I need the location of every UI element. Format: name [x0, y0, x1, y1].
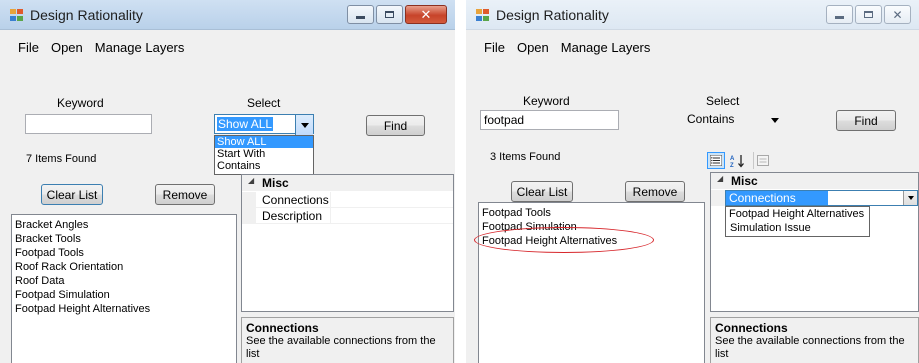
select-label: Select: [247, 96, 281, 110]
window-title: Design Rationality: [496, 7, 609, 23]
menu-open[interactable]: Open: [517, 40, 549, 55]
keyword-input[interactable]: [25, 114, 152, 134]
expand-arrow-icon[interactable]: ◢: [717, 174, 723, 183]
menu-file[interactable]: File: [484, 40, 505, 55]
dropdown-option-start-with[interactable]: Start With: [215, 148, 313, 160]
description-panel: Connections See the available connection…: [710, 317, 919, 363]
property-row-connections[interactable]: Connections: [711, 190, 918, 206]
remove-button[interactable]: Remove: [625, 181, 685, 202]
remove-button[interactable]: Remove: [155, 184, 215, 205]
title-bar[interactable]: Design Rationality ✕: [466, 0, 919, 30]
minimize-button[interactable]: [347, 5, 374, 24]
close-button[interactable]: ✕: [884, 5, 911, 24]
connection-option[interactable]: Simulation Issue: [726, 221, 869, 235]
maximize-icon: [856, 6, 881, 23]
dropdown-arrow-icon[interactable]: [295, 115, 313, 135]
maximize-button[interactable]: [376, 5, 403, 24]
connections-combo[interactable]: Connections: [725, 190, 918, 206]
clear-list-button[interactable]: Clear List: [511, 181, 573, 202]
keyword-label: Keyword: [523, 94, 570, 108]
property-name: Description: [262, 209, 323, 223]
close-icon: ✕: [892, 7, 903, 22]
minimize-button[interactable]: [826, 5, 853, 24]
maximize-icon: [377, 6, 402, 23]
selected-property: Connections: [726, 191, 828, 205]
svg-text:A: A: [730, 156, 735, 162]
svg-text:Z: Z: [730, 163, 734, 168]
menu-manage-layers[interactable]: Manage Layers: [95, 40, 185, 55]
find-button[interactable]: Find: [836, 110, 896, 131]
select-value: Show ALL: [217, 117, 274, 131]
description-panel: Connections See the available connection…: [241, 317, 454, 363]
items-found-label: 7 Items Found: [26, 153, 97, 165]
menu-manage-layers[interactable]: Manage Layers: [561, 40, 651, 55]
list-item[interactable]: Footpad Tools: [479, 206, 704, 220]
description-text: See the available connections from the l…: [715, 335, 905, 360]
highlight-ellipse: [474, 227, 654, 253]
list-item[interactable]: Roof Data: [12, 274, 236, 288]
property-grid[interactable]: ◢ Misc Connections Footpad Height Altern…: [710, 172, 919, 312]
category-name: Misc: [262, 176, 289, 190]
app-icon: [10, 9, 23, 21]
property-pages-icon[interactable]: [753, 152, 771, 169]
items-list[interactable]: Bracket Angles Bracket Tools Footpad Too…: [11, 214, 237, 363]
find-button[interactable]: Find: [366, 115, 425, 136]
description-title: Connections: [715, 321, 788, 335]
close-button[interactable]: ✕: [405, 5, 447, 24]
property-grid[interactable]: ◢ Misc Connections Description: [241, 174, 454, 312]
property-category[interactable]: ◢ Misc: [242, 175, 453, 191]
select-value: Contains: [687, 112, 735, 126]
description-text: See the available connections from the l…: [246, 335, 436, 360]
window-title: Design Rationality: [30, 7, 143, 23]
property-category[interactable]: ◢ Misc: [711, 173, 918, 189]
items-found-label: 3 Items Found: [490, 151, 561, 163]
dropdown-arrow-icon[interactable]: [766, 110, 784, 130]
maximize-button[interactable]: [855, 5, 882, 24]
category-name: Misc: [731, 174, 758, 188]
dropdown-option-contains[interactable]: Contains: [215, 160, 313, 172]
connection-option[interactable]: Footpad Height Alternatives: [726, 207, 869, 221]
categorized-icon[interactable]: [707, 152, 725, 169]
menu-bar: File Open Manage Layers: [484, 40, 650, 55]
select-dropdown[interactable]: Contains: [684, 110, 784, 130]
minimize-icon: [348, 6, 373, 23]
dropdown-option-show-all[interactable]: Show ALL: [215, 136, 313, 148]
select-dropdown[interactable]: Show ALL: [214, 114, 314, 135]
title-bar[interactable]: Design Rationality ✕: [0, 0, 455, 30]
property-row-connections[interactable]: Connections: [242, 192, 453, 208]
list-item[interactable]: Footpad Height Alternatives: [12, 302, 236, 316]
list-item[interactable]: Footpad Simulation: [12, 288, 236, 302]
right-window: Design Rationality ✕ File Open Manage La…: [466, 0, 919, 363]
select-dropdown-list: Show ALL Start With Contains: [214, 135, 314, 175]
keyword-input[interactable]: footpad: [480, 110, 619, 130]
app-icon: [476, 9, 489, 21]
list-item[interactable]: Bracket Angles: [12, 218, 236, 232]
keyword-label: Keyword: [57, 96, 104, 110]
description-title: Connections: [246, 321, 319, 335]
menu-file[interactable]: File: [18, 40, 39, 55]
property-row-description[interactable]: Description: [242, 208, 453, 224]
dropdown-arrow-icon[interactable]: [903, 191, 917, 205]
list-item[interactable]: Bracket Tools: [12, 232, 236, 246]
list-item[interactable]: Roof Rack Orientation: [12, 260, 236, 274]
menu-bar: File Open Manage Layers: [18, 40, 184, 55]
left-window: Design Rationality ✕ File Open Manage La…: [0, 0, 455, 363]
menu-open[interactable]: Open: [51, 40, 83, 55]
select-label: Select: [706, 94, 740, 108]
property-name: Connections: [262, 193, 329, 207]
property-grid-toolbar: AZ: [707, 152, 771, 169]
connections-dropdown-list: Footpad Height Alternatives Simulation I…: [725, 206, 870, 237]
minimize-icon: [827, 6, 852, 23]
clear-list-button[interactable]: Clear List: [41, 184, 103, 205]
items-list[interactable]: Footpad Tools Footpad Simulation Footpad…: [478, 202, 705, 363]
expand-arrow-icon[interactable]: ◢: [248, 176, 254, 185]
alphabetical-icon[interactable]: AZ: [729, 152, 747, 169]
list-item[interactable]: Footpad Tools: [12, 246, 236, 260]
close-icon: ✕: [420, 7, 432, 22]
